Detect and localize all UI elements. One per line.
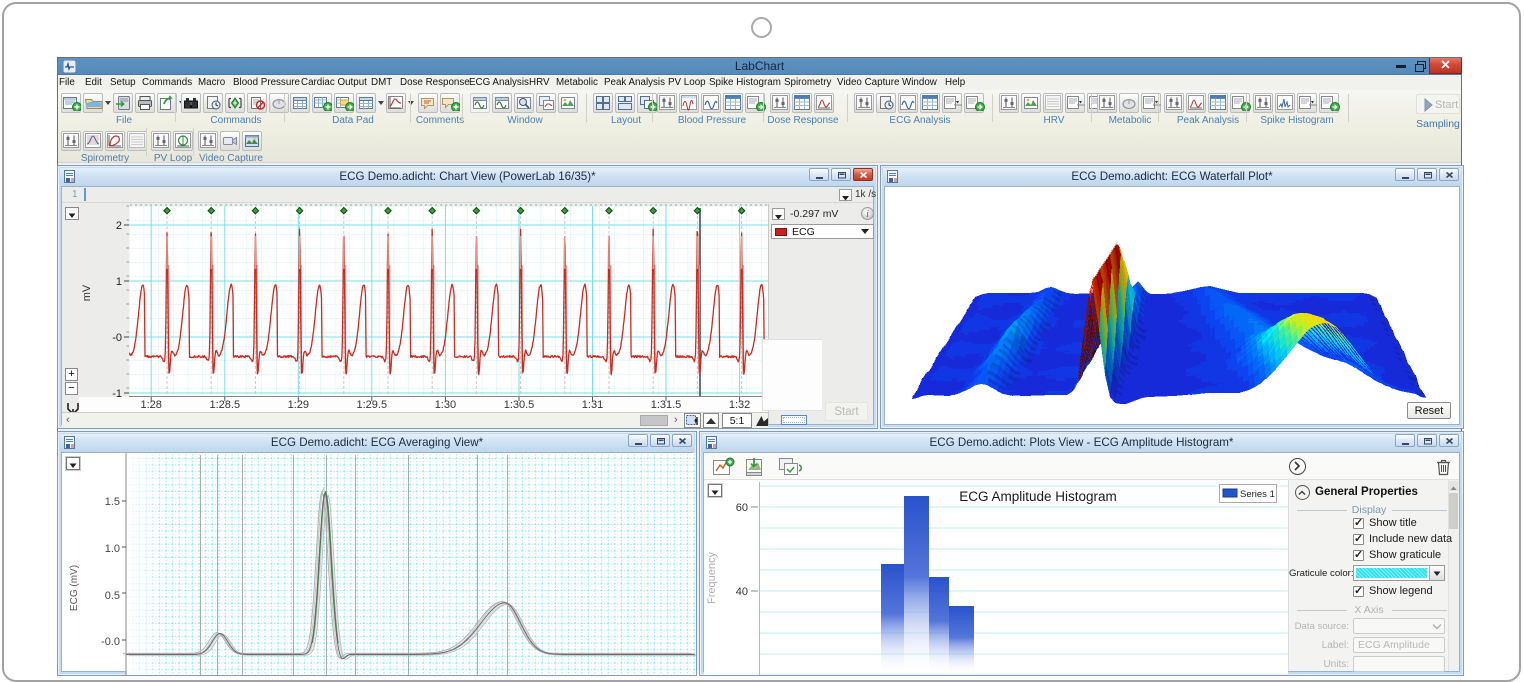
svg-text:Frequency: Frequency xyxy=(706,552,718,604)
svg-text:Series 1: Series 1 xyxy=(1240,489,1275,500)
svg-text:0.5: 0.5 xyxy=(105,590,120,602)
svg-text:-0.0: -0.0 xyxy=(101,636,120,648)
svg-text:-0: -0 xyxy=(112,332,122,344)
svg-text:2: 2 xyxy=(116,220,122,232)
svg-text:-1: -1 xyxy=(112,388,122,400)
svg-text:ECG Amplitude Histogram: ECG Amplitude Histogram xyxy=(959,489,1117,504)
svg-text:ECG (mV): ECG (mV) xyxy=(69,565,80,611)
svg-text:60: 60 xyxy=(736,502,748,514)
svg-text:40: 40 xyxy=(736,586,748,598)
svg-text:1: 1 xyxy=(116,276,122,288)
svg-text:mV: mV xyxy=(81,284,93,301)
svg-text:1.0: 1.0 xyxy=(105,543,120,555)
svg-text:1.5: 1.5 xyxy=(105,496,120,508)
